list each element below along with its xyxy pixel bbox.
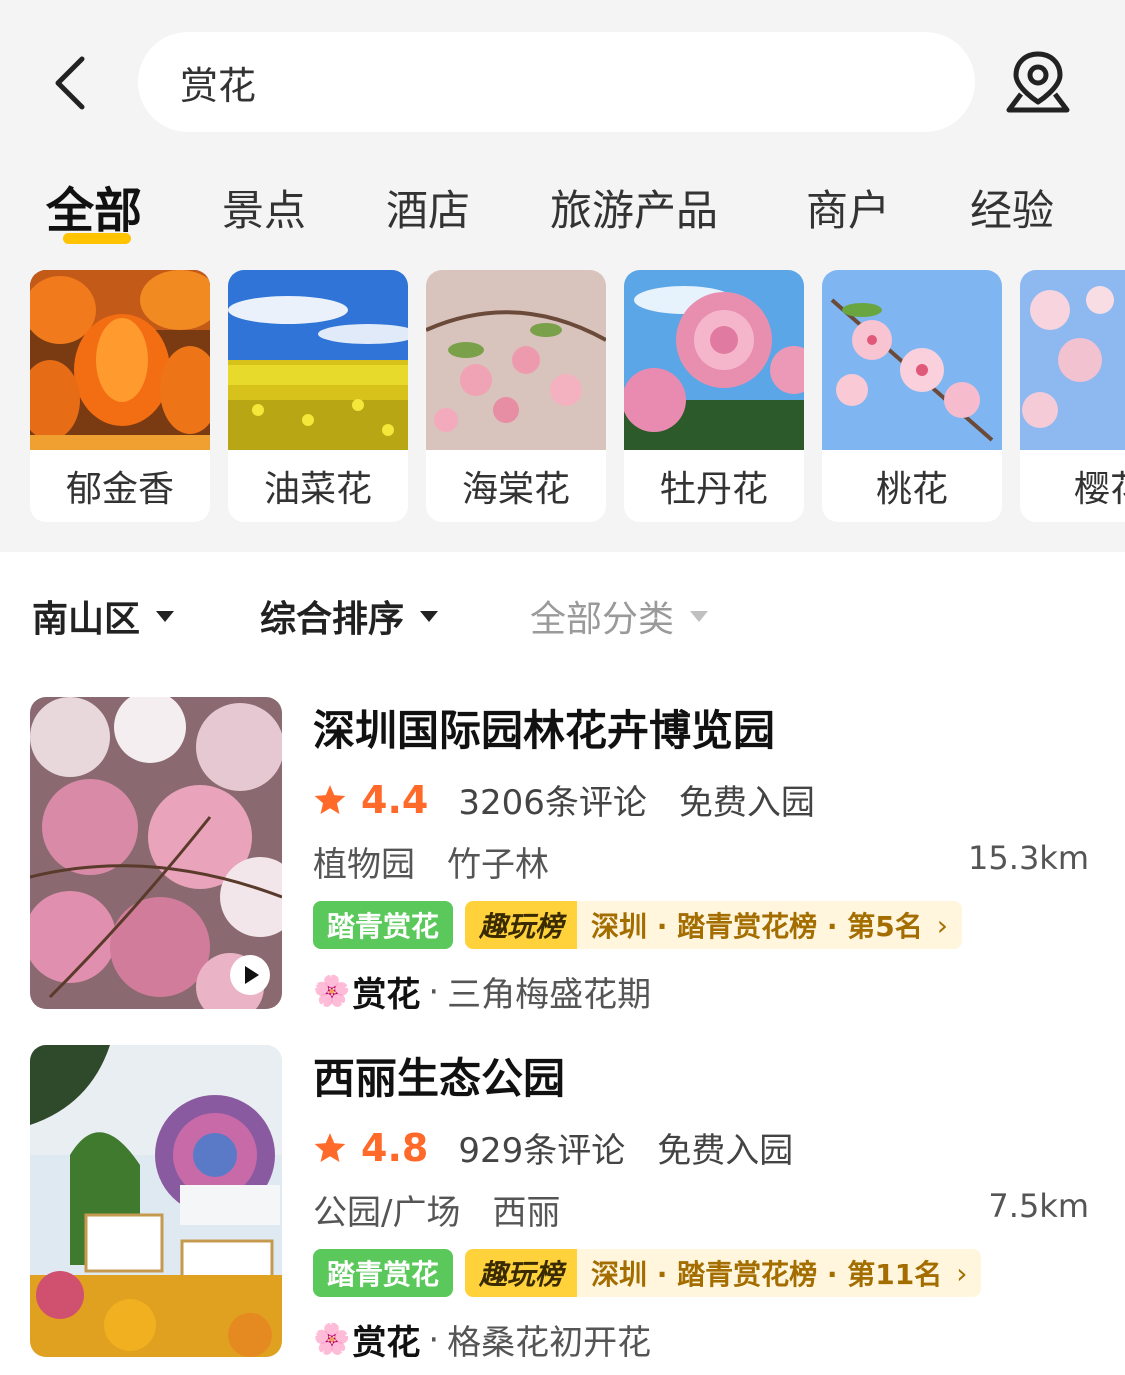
- tab-travel-products[interactable]: 旅游产品: [550, 177, 718, 238]
- active-tab-indicator: [63, 233, 131, 244]
- rating-score: 4.8: [361, 1125, 429, 1170]
- review-count: 3206条评论: [458, 783, 647, 823]
- flower-category-row: 郁金香 油菜花 海棠花 牡丹花 桃花 樱: [30, 270, 1125, 524]
- peony-image: [624, 270, 804, 450]
- bloom-value: 格桑花初开花: [447, 1323, 652, 1363]
- flower-card-crabapple[interactable]: 海棠花: [426, 270, 606, 522]
- flower-card-peach-blossom[interactable]: 桃花: [822, 270, 1002, 522]
- park-photo: [30, 1045, 282, 1357]
- tag-area: 竹子林: [447, 845, 549, 885]
- back-button[interactable]: [40, 48, 100, 118]
- category-filter[interactable]: 全部分类: [530, 590, 709, 642]
- bloom-status: 🌸 赏花 · 三角梅盛花期: [313, 967, 651, 1016]
- category-tabs: 全部 景点 酒店 旅游产品 商户 经验: [0, 165, 1125, 255]
- ranking-link[interactable]: 趣玩榜 深圳 · 踏青赏花榜 · 第11名 ›: [465, 1249, 982, 1297]
- caret-down-icon: [690, 610, 709, 622]
- location-button[interactable]: [998, 46, 1078, 120]
- search-query: 赏花: [180, 63, 257, 108]
- search-input[interactable]: 赏花: [138, 32, 975, 132]
- bloom-key: 赏花: [352, 1323, 421, 1363]
- bloom-value: 三角梅盛花期: [447, 975, 652, 1015]
- tulip-image: [30, 270, 210, 450]
- crabapple-image: [426, 270, 606, 450]
- result-card[interactable]: 西丽生态公园 4.8 929条评论 免费入园 公园/广场 西丽 7.5km 踏青赏…: [0, 1045, 1125, 1375]
- flower-icon: 🌸: [313, 974, 351, 1009]
- caret-down-icon: [420, 610, 439, 622]
- result-title: 西丽生态公园: [313, 1054, 566, 1103]
- flower-label: 郁金香: [65, 469, 174, 510]
- result-thumbnail: [30, 697, 282, 1009]
- chevron-right-icon: ›: [956, 1256, 968, 1290]
- ticket-info: 免费入园: [657, 1131, 794, 1171]
- flower-icon: 🌸: [313, 1322, 351, 1357]
- flower-card-peony[interactable]: 牡丹花: [624, 270, 804, 522]
- tag-type: 植物园: [313, 845, 415, 885]
- location-pin-icon: [1006, 51, 1070, 113]
- ticket-info: 免费入园: [678, 783, 815, 823]
- theme-badge: 踏青赏花: [313, 901, 454, 949]
- ranking-text: 深圳 · 踏青赏花榜 · 第11名: [591, 1258, 943, 1291]
- sort-filter[interactable]: 综合排序: [260, 590, 439, 642]
- badge-row: 踏青赏花 趣玩榜 深圳 · 踏青赏花榜 · 第11名 ›: [313, 1249, 982, 1297]
- tab-merchants[interactable]: 商户: [806, 177, 890, 238]
- distance: 15.3km: [968, 839, 1089, 877]
- ranking-link[interactable]: 趣玩榜 深圳 · 踏青赏花榜 · 第5名 ›: [465, 901, 962, 949]
- ranking-text: 深圳 · 踏青赏花榜 · 第5名: [591, 910, 923, 943]
- district-filter[interactable]: 南山区: [32, 590, 175, 642]
- separator-dot: ·: [428, 971, 440, 1012]
- separator-dot: ·: [428, 1319, 440, 1360]
- flower-label: 樱花: [1073, 469, 1125, 510]
- category-filter-label: 全部分类: [530, 599, 675, 640]
- rating-row: 4.4 3206条评论 免费入园: [313, 775, 815, 824]
- ranking-tag: 趣玩榜: [465, 901, 578, 949]
- review-count: 929条评论: [458, 1131, 626, 1171]
- result-thumbnail: [30, 1045, 282, 1357]
- sort-filter-label: 综合排序: [260, 599, 405, 640]
- rating-row: 4.8 929条评论 免费入园: [313, 1123, 793, 1172]
- tab-attractions[interactable]: 景点: [222, 177, 306, 238]
- peach-blossom-image: [822, 270, 1002, 450]
- rapeseed-image: [228, 270, 408, 450]
- star-icon: [314, 784, 346, 814]
- tag-area: 西丽: [492, 1193, 561, 1233]
- flower-label: 海棠花: [461, 469, 570, 510]
- tag-type: 公园/广场: [313, 1193, 461, 1233]
- bloom-key: 赏花: [352, 975, 421, 1015]
- play-icon: [231, 956, 269, 994]
- bloom-status: 🌸 赏花 · 格桑花初开花: [313, 1315, 651, 1364]
- rating-score: 4.4: [361, 777, 429, 822]
- flower-card-cherry-blossom[interactable]: 樱花: [1020, 270, 1125, 522]
- chevron-left-icon: [55, 56, 85, 110]
- theme-badge: 踏青赏花: [313, 1249, 454, 1297]
- district-filter-label: 南山区: [32, 599, 141, 640]
- caret-down-icon: [156, 610, 175, 622]
- tab-hotels[interactable]: 酒店: [386, 177, 470, 238]
- tab-experience[interactable]: 经验: [970, 177, 1054, 238]
- distance: 7.5km: [988, 1187, 1089, 1225]
- result-tags: 公园/广场 西丽: [313, 1185, 592, 1234]
- filter-bar: 南山区 综合排序 全部分类: [0, 580, 1125, 652]
- flower-card-tulip[interactable]: 郁金香: [30, 270, 210, 522]
- badge-row: 踏青赏花 趣玩榜 深圳 · 踏青赏花榜 · 第5名 ›: [313, 901, 962, 949]
- star-icon: [314, 1132, 346, 1162]
- chevron-right-icon: ›: [936, 908, 948, 942]
- tab-all[interactable]: 全部: [46, 171, 142, 241]
- result-card[interactable]: 深圳国际园林花卉博览园 4.4 3206条评论 免费入园 植物园 竹子林 15.3…: [0, 697, 1125, 1027]
- flower-label: 油菜花: [263, 469, 372, 510]
- flower-label: 牡丹花: [659, 469, 768, 510]
- flower-card-rapeseed[interactable]: 油菜花: [228, 270, 408, 522]
- result-title: 深圳国际园林花卉博览园: [313, 706, 776, 755]
- cherry-blossom-image: [1020, 270, 1125, 450]
- play-video-button[interactable]: [230, 955, 270, 995]
- ranking-tag: 趣玩榜: [465, 1249, 578, 1297]
- flower-label: 桃花: [875, 469, 948, 510]
- result-tags: 植物园 竹子林: [313, 837, 581, 886]
